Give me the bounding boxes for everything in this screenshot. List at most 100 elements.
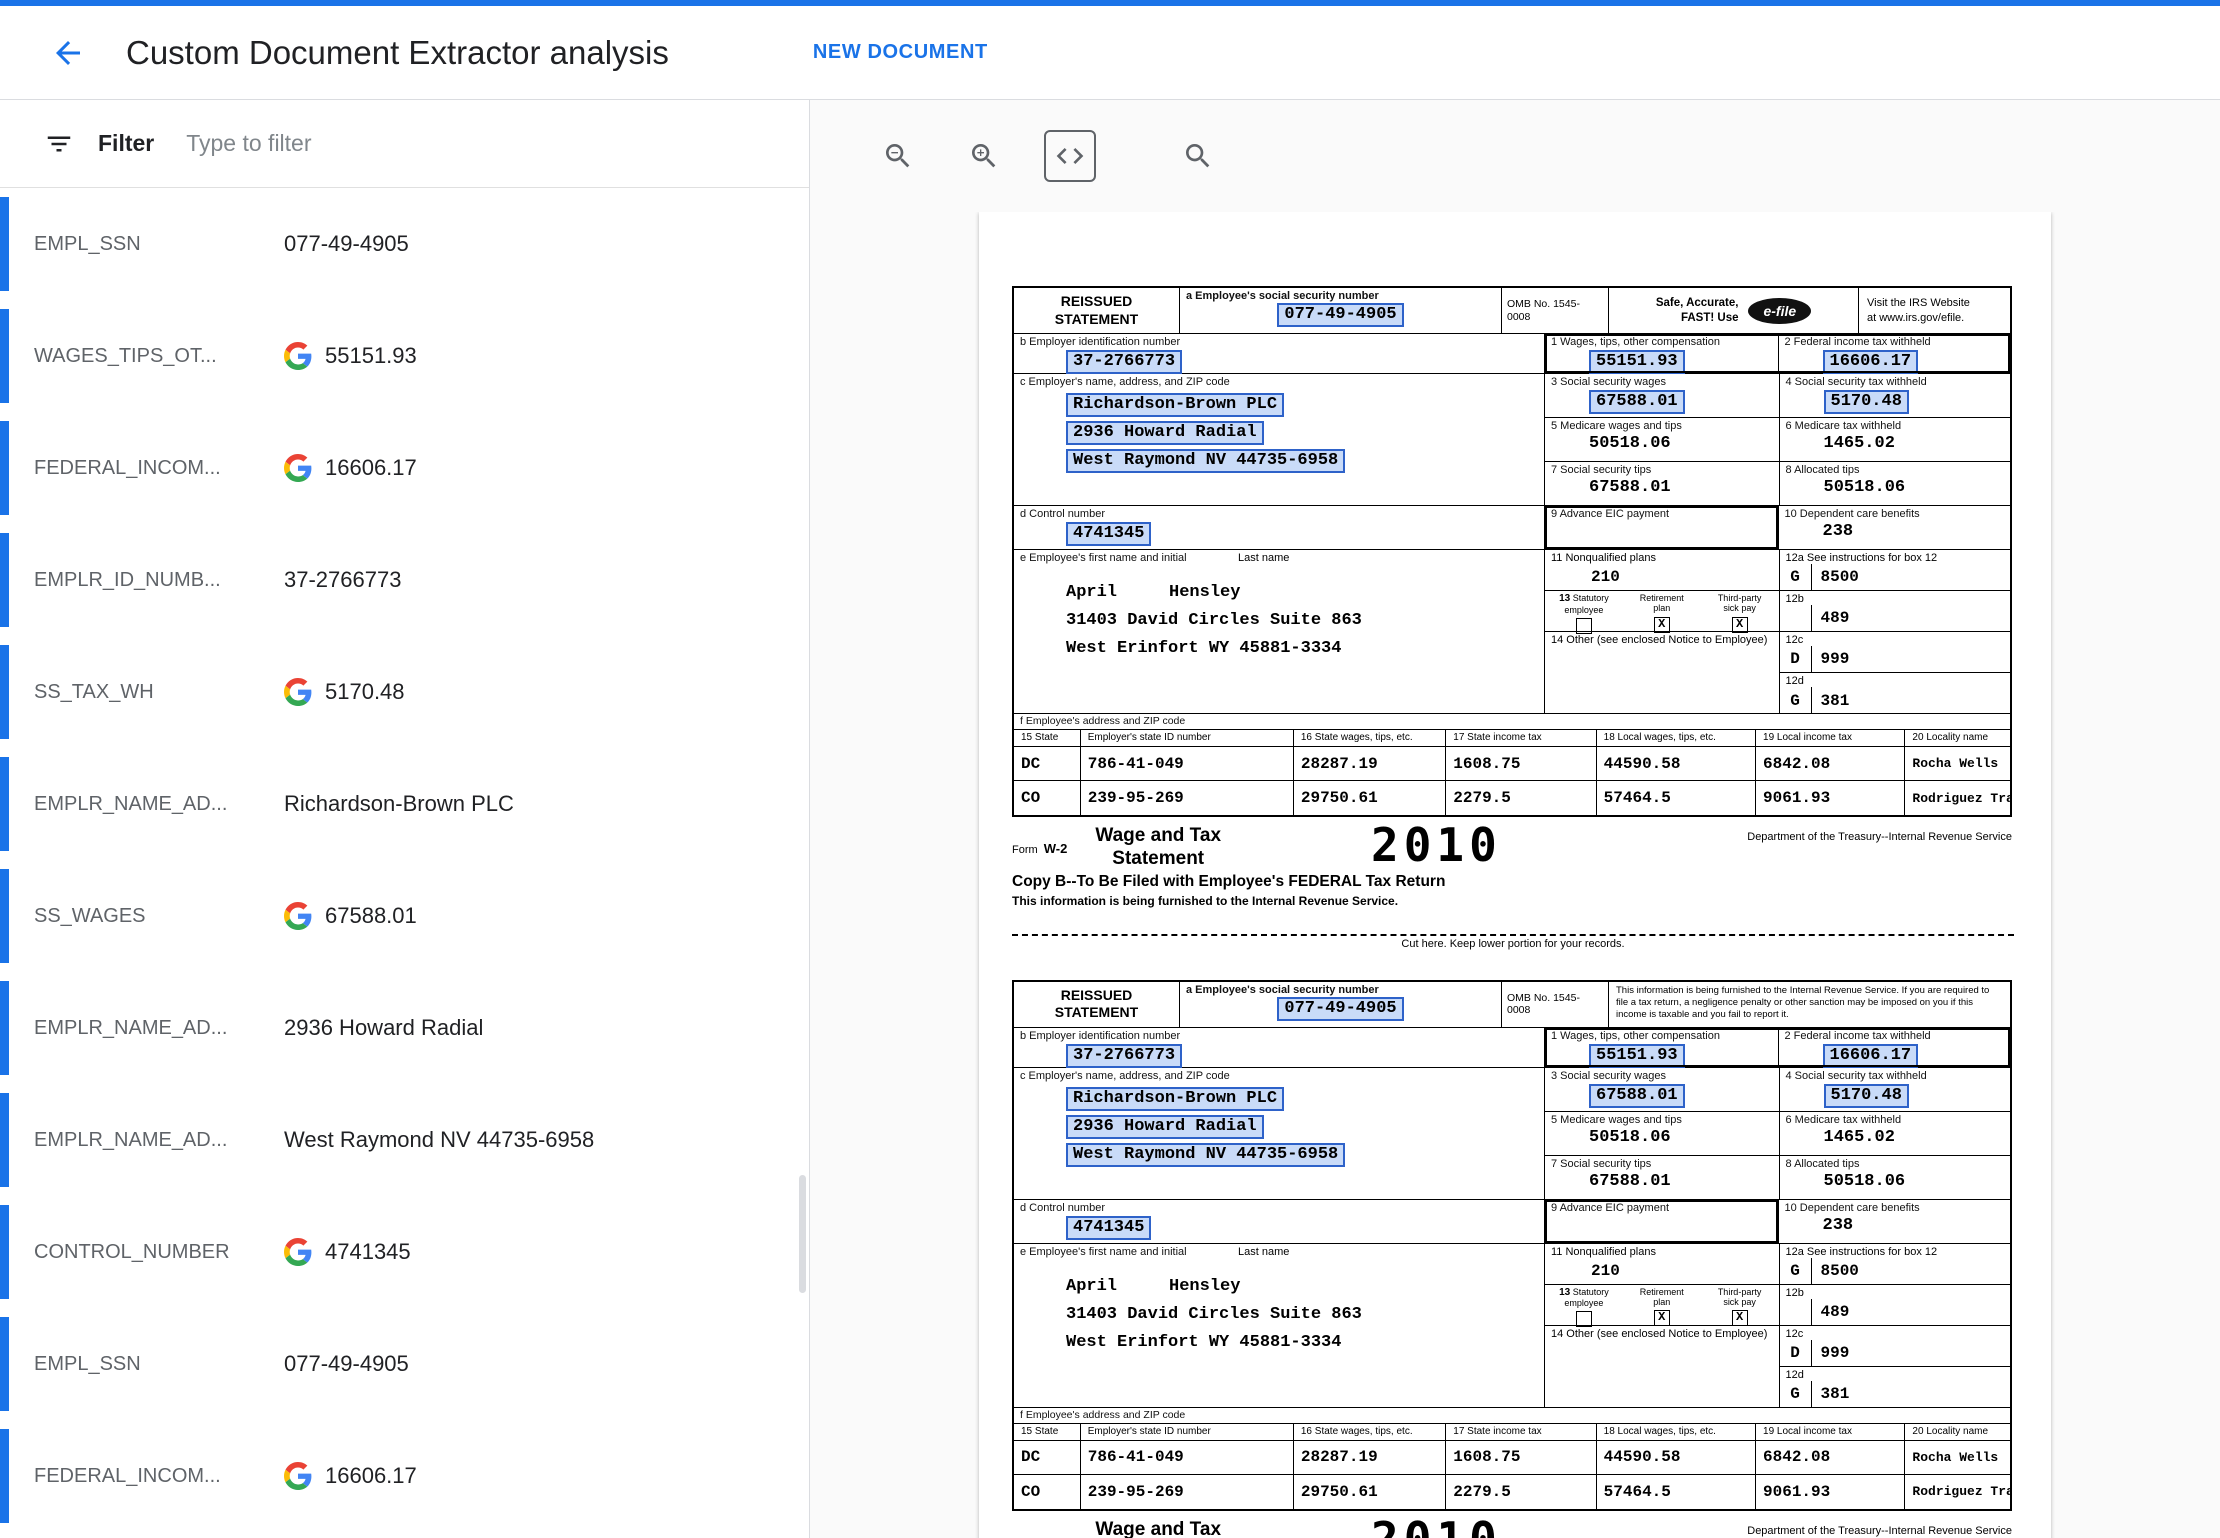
field-value-wrap: 16606.17 [284, 454, 417, 482]
search-button[interactable] [1172, 130, 1224, 182]
entity-highlight-employer-address[interactable]: 2936 Howard Radial [1066, 421, 1264, 445]
w2-visit-irs: Visit the IRS Websiteat www.irs.gov/efil… [1859, 288, 2010, 333]
entity-highlight-ssn[interactable]: 077-49-4905 [1277, 303, 1403, 327]
w2-box-a-label: a Employee's social security number [1180, 982, 1501, 997]
cut-text: Cut here. Keep lower portion for your re… [1012, 938, 2014, 950]
new-document-button[interactable]: NEW DOCUMENT [797, 27, 1004, 78]
w2-state-row-2: CO 239-95-269 29750.61 2279.5 57464.5 90… [1014, 781, 2010, 815]
code-view-icon [1054, 140, 1086, 172]
entity-highlight-wages[interactable]: 55151.93 [1589, 1044, 1685, 1068]
entity-highlight-ssn[interactable]: 077-49-4905 [1277, 997, 1403, 1021]
entity-highlight-control-number[interactable]: 4741345 [1066, 1216, 1151, 1240]
page-title: Custom Document Extractor analysis [126, 34, 669, 72]
code-view-button[interactable] [1044, 130, 1096, 182]
field-value: 077-49-4905 [284, 1351, 409, 1377]
field-accent-bar [0, 757, 9, 851]
entity-highlight-ss-wages[interactable]: 67588.01 [1589, 1084, 1685, 1108]
field-list-item[interactable]: EMPL_SSN 077-49-4905 [0, 1308, 809, 1420]
third-party-checkbox[interactable]: X [1732, 1310, 1748, 1326]
w2-department-text: Department of the Treasury--Internal Rev… [1747, 1519, 2012, 1537]
zoom-out-button[interactable] [872, 130, 924, 182]
back-button[interactable] [44, 29, 92, 77]
field-value: 5170.48 [325, 679, 405, 705]
w2-box-8: 8 Allocated tips 50518.06 [1779, 1156, 2013, 1200]
retirement-checkbox[interactable]: X [1654, 1310, 1670, 1326]
w2-box-c-employer: c Employer's name, address, and ZIP code… [1014, 1068, 1545, 1199]
google-icon [284, 342, 312, 370]
entity-highlight-federal-tax[interactable]: 16606.17 [1823, 350, 1919, 374]
field-value-wrap: 5170.48 [284, 678, 405, 706]
w2-state-row-1: DC 786-41-049 28287.19 1608.75 44590.58 … [1014, 1441, 2010, 1475]
entity-highlight-ein[interactable]: 37-2766773 [1066, 1044, 1182, 1068]
entity-highlight-employer-name[interactable]: Richardson-Brown PLC [1066, 393, 1284, 417]
field-accent-bar [0, 1205, 9, 1299]
entity-highlight-control-number[interactable]: 4741345 [1066, 522, 1151, 546]
w2-box-12d: 12d G381 [1779, 1367, 2013, 1408]
w2-box-7: 7 Social security tips 67588.01 [1545, 1156, 1779, 1200]
field-label: FEDERAL_INCOM... [34, 457, 276, 480]
w2-box-12d: 12d G381 [1779, 673, 2013, 714]
field-value-wrap: 67588.01 [284, 902, 417, 930]
entity-highlight-ss-wages[interactable]: 67588.01 [1589, 390, 1685, 414]
entity-highlight-ss-tax[interactable]: 5170.48 [1824, 1084, 1909, 1108]
entity-highlight-ein[interactable]: 37-2766773 [1066, 350, 1182, 374]
zoom-in-icon [968, 140, 1000, 172]
entity-highlight-wages[interactable]: 55151.93 [1589, 350, 1685, 374]
retirement-checkbox[interactable]: X [1654, 617, 1670, 633]
field-list: EMPL_SSN 077-49-4905 WAGES_TIPS_OT... 55… [0, 188, 809, 1532]
w2-state-table-header: 15 State Employer's state ID number 16 S… [1014, 730, 2010, 747]
w2-box-9: 9 Advance EIC payment [1545, 1200, 1778, 1243]
fields-sidebar: Filter EMPL_SSN 077-49-4905 WAGES_TIPS_O… [0, 100, 810, 1538]
field-label: EMPLR_NAME_AD... [34, 1129, 276, 1152]
w2-box-f: f Employee's address and ZIP code [1014, 1408, 2010, 1424]
sidebar-scrollbar-thumb[interactable] [799, 1175, 806, 1293]
field-list-item[interactable]: EMPLR_NAME_AD... West Raymond NV 44735-6… [0, 1084, 809, 1196]
field-list-item[interactable]: FEDERAL_INCOM... 16606.17 [0, 412, 809, 524]
field-list-item[interactable]: CONTROL_NUMBER 4741345 [0, 1196, 809, 1308]
field-list-item[interactable]: EMPLR_NAME_AD... 2936 Howard Radial [0, 972, 809, 1084]
field-value: Richardson-Brown PLC [284, 791, 514, 817]
google-icon [284, 902, 312, 930]
third-party-checkbox[interactable]: X [1732, 617, 1748, 633]
w2-box-6: 6 Medicare tax withheld 1465.02 [1779, 1112, 2013, 1156]
entity-highlight-employer-name[interactable]: Richardson-Brown PLC [1066, 1087, 1284, 1111]
field-value: 37-2766773 [284, 567, 401, 593]
w2-box-14: 14 Other (see enclosed Notice to Employe… [1545, 632, 1779, 714]
field-list-item[interactable]: FEDERAL_INCOM... 16606.17 [0, 1420, 809, 1532]
field-list-item[interactable]: WAGES_TIPS_OT... 55151.93 [0, 300, 809, 412]
field-value-wrap: Richardson-Brown PLC [284, 791, 514, 817]
field-list-item[interactable]: SS_WAGES 67588.01 [0, 860, 809, 972]
field-accent-bar [0, 1093, 9, 1187]
entity-highlight-employer-address[interactable]: 2936 Howard Radial [1066, 1115, 1264, 1139]
field-label: EMPL_SSN [34, 233, 276, 256]
zoom-in-button[interactable] [958, 130, 1010, 182]
entity-highlight-ss-tax[interactable]: 5170.48 [1824, 390, 1909, 414]
entity-highlight-employer-city[interactable]: West Raymond NV 44735-6958 [1066, 1143, 1345, 1167]
field-list-item[interactable]: EMPLR_NAME_AD... Richardson-Brown PLC [0, 748, 809, 860]
w2-state-row-2: CO 239-95-269 29750.61 2279.5 57464.5 90… [1014, 1475, 2010, 1509]
w2-box-8: 8 Allocated tips 50518.06 [1779, 462, 2013, 506]
w2-box-12a: 12a See instructions for box 12 G8500 [1779, 550, 2013, 591]
w2-box-b-ein: b Employer identification number 37-2766… [1014, 1028, 1545, 1067]
zoom-out-icon [882, 140, 914, 172]
field-label: CONTROL_NUMBER [34, 1241, 276, 1264]
w2-box-5: 5 Medicare wages and tips 50518.06 [1545, 1112, 1779, 1156]
w2-employee-name: AprilHensley [1014, 565, 1544, 607]
entity-highlight-employer-city[interactable]: West Raymond NV 44735-6958 [1066, 449, 1345, 473]
field-value: 67588.01 [325, 903, 417, 929]
w2-box-d-control: d Control number 4741345 [1014, 506, 1545, 549]
filter-input[interactable] [186, 130, 765, 157]
w2-box-2: 2 Federal income tax withheld 16606.17 [1778, 1028, 2011, 1067]
viewer-toolbar [810, 100, 2220, 212]
w2-footer: Form W-2 Wage and TaxStatement 2010 Depa… [1012, 817, 2012, 871]
w2-copy-lines: Copy B--To Be Filed with Employee's FEDE… [1012, 871, 2012, 908]
w2-box-12a: 12a See instructions for box 12 G8500 [1779, 1244, 2013, 1285]
document-scroll-area[interactable]: Cut here. Keep lower portion for your re… [810, 212, 2220, 1538]
field-list-item[interactable]: EMPLR_ID_NUMB... 37-2766773 [0, 524, 809, 636]
entity-highlight-federal-tax[interactable]: 16606.17 [1823, 1044, 1919, 1068]
w2-copy-designation: Copy B--To Be Filed with Employee's FEDE… [1012, 873, 2012, 891]
field-list-item[interactable]: SS_TAX_WH 5170.48 [0, 636, 809, 748]
w2-reissued-statement: REISSUEDSTATEMENT [1014, 982, 1180, 1027]
field-list-item[interactable]: EMPL_SSN 077-49-4905 [0, 188, 809, 300]
arrow-back-icon [50, 35, 86, 71]
